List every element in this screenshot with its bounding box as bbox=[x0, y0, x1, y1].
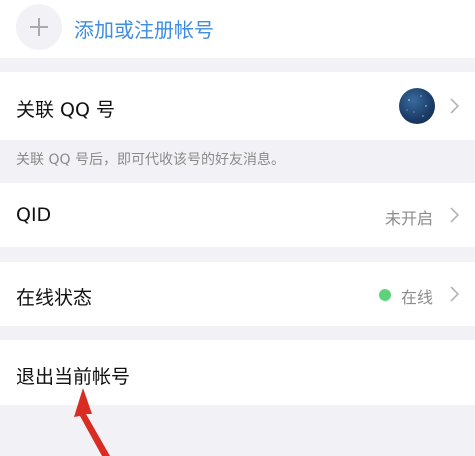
online-status-row[interactable]: 在线状态 在线 bbox=[0, 262, 475, 326]
annotation-arrow-icon bbox=[74, 388, 110, 456]
qq-avatar[interactable] bbox=[399, 88, 435, 124]
chevron-right-icon bbox=[450, 207, 459, 223]
chevron-right-icon bbox=[450, 286, 459, 302]
link-qq-note: 关联 QQ 号后，即可代收该号的好友消息。 bbox=[16, 152, 285, 168]
chevron-right-icon bbox=[450, 98, 459, 114]
link-qq-row[interactable]: 关联 QQ 号 bbox=[0, 72, 475, 140]
add-account-card[interactable]: 添加或注册帐号 bbox=[0, 0, 475, 58]
online-dot-icon bbox=[379, 289, 391, 301]
online-status-label: 在线状态 bbox=[16, 287, 93, 309]
plus-icon bbox=[16, 4, 62, 50]
online-status-value: 在线 bbox=[400, 288, 433, 307]
qid-status: 未开启 bbox=[384, 209, 433, 228]
link-qq-label: 关联 QQ 号 bbox=[16, 99, 115, 121]
add-account-label: 添加或注册帐号 bbox=[74, 18, 214, 42]
qid-row[interactable]: QID 未开启 bbox=[0, 183, 475, 247]
qid-label: QID bbox=[16, 204, 52, 226]
